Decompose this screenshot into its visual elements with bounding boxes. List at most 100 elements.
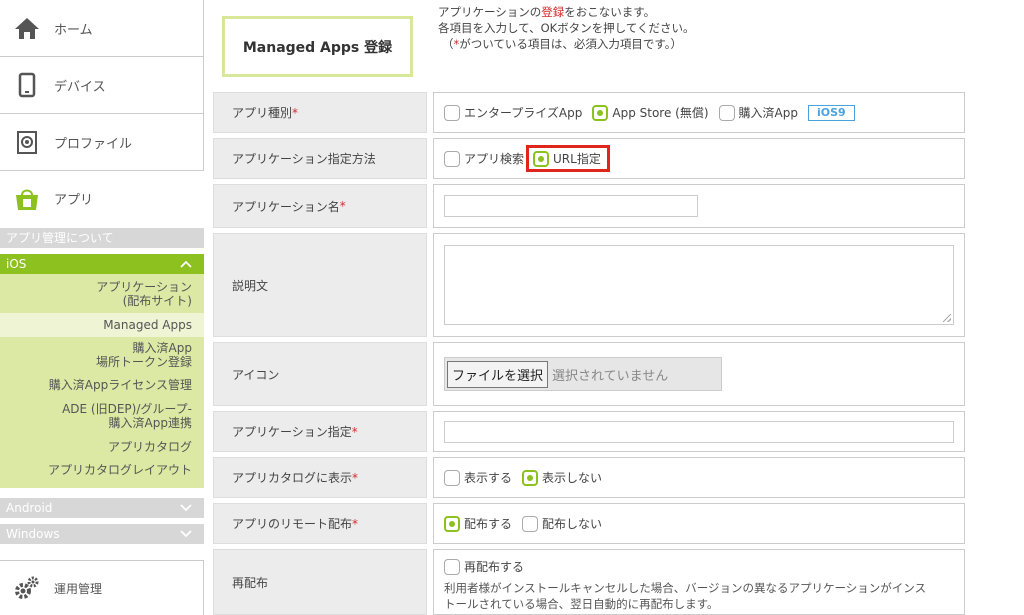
checkbox-box — [444, 558, 460, 575]
radio-app-store[interactable]: App Store (無償) — [592, 104, 709, 121]
row-app-name: アプリケーション名 * — [213, 184, 965, 228]
app-spec-input[interactable] — [444, 420, 954, 443]
radio-enterprise-label: エンタープライズApp — [464, 106, 583, 120]
sidebar-item-android[interactable]: Android — [0, 498, 204, 518]
app-name-label-text: アプリケーション名 — [232, 199, 340, 214]
ios-item-license[interactable]: 購入済Appライセンス管理 — [49, 378, 192, 392]
nav-home-label: ホーム — [54, 22, 93, 38]
ios-item-ade-line1: ADE (旧DEP)/グループ- — [62, 402, 192, 416]
catalog-field: 表示する 表示しない — [433, 457, 965, 498]
app-type-field: エンタープライズApp App Store (無償) 購入済App iOS9 — [433, 92, 965, 133]
catalog-label: アプリカタログに表示 * — [213, 457, 427, 498]
ios9-badge: iOS9 — [807, 104, 855, 121]
sidebar-item-app-about[interactable]: アプリ管理について — [0, 228, 204, 248]
remote-field: 配布する 配布しない — [433, 503, 965, 544]
nav-app-label: アプリ — [54, 193, 94, 208]
intro-line3-pre: （ — [442, 37, 454, 51]
catalog-label-text: アプリカタログに表示 — [232, 471, 353, 485]
ios-item-managed-apps-bg[interactable]: Managed Apps — [0, 313, 204, 337]
radio-url-label: URL指定 — [553, 152, 601, 166]
ios-item-purchased-token[interactable]: 購入済App 場所トークン登録 — [96, 341, 192, 369]
row-app-type: アプリ種別 * エンタープライズApp App Store (無償) 購入済App… — [213, 92, 965, 133]
radio-purchased[interactable]: 購入済App — [718, 104, 798, 121]
nav-operations[interactable]: 運用管理 — [0, 560, 204, 615]
app-type-label-text: アプリ種別 — [232, 106, 293, 120]
nav-operations-label: 運用管理 — [54, 581, 103, 596]
remote-label-text: アプリのリモート配布 — [232, 517, 353, 531]
radio-remote-distribute-label: 配布する — [464, 517, 513, 531]
chevron-down-icon — [180, 524, 192, 544]
intro-line2: 各項目を入力して、OKボタンを押してください。 — [438, 21, 695, 35]
app-type-label: アプリ種別 * — [213, 92, 427, 133]
radio-catalog-hide-label: 表示しない — [542, 471, 603, 485]
icon-field: ファイルを選択 選択されていません — [433, 342, 965, 406]
app-spec-field — [433, 411, 965, 452]
row-redistribute: 再配布 再配布する 利用者様がインストールキャンセルした場合、バージョンの異なる… — [213, 549, 965, 615]
radio-catalog-show[interactable]: 表示する — [444, 469, 512, 486]
required-mark: * — [351, 424, 358, 439]
ios-submenu: アプリケーション (配布サイト) Managed Apps 購入済App 場所ト… — [0, 274, 204, 488]
row-remote: アプリのリモート配布 * 配布する 配布しない — [213, 503, 965, 544]
ios-item-ade-line2: 購入済App連携 — [108, 416, 192, 430]
radio-remote-distribute[interactable]: 配布する — [444, 515, 512, 532]
checkbox-redistribute[interactable]: 再配布する — [444, 558, 524, 575]
method-label: アプリケーション指定方法 — [213, 138, 427, 179]
nav-app[interactable]: アプリ — [0, 171, 204, 226]
radio-app-search[interactable]: アプリ検索 — [444, 150, 524, 167]
ios-item-purchased-token-line2: 場所トークン登録 — [95, 355, 192, 369]
redistribute-desc-line2: トールされている場合、翌日自動的に再配布します。 — [444, 597, 719, 611]
redistribute-desc-line1: 利用者様がインストールキャンセルした場合、バージョンの異なるアプリケーションがイ… — [444, 581, 927, 595]
nav-home[interactable]: ホーム — [0, 0, 204, 57]
radio-box — [522, 515, 539, 532]
nav-profile[interactable]: プロファイル — [0, 114, 204, 171]
profile-icon — [14, 129, 40, 155]
ios-item-purchased-token-line1: 購入済App — [132, 341, 192, 355]
radio-enterprise[interactable]: エンタープライズApp — [444, 104, 582, 121]
radio-box — [444, 150, 460, 167]
description-label: 説明文 — [213, 233, 427, 337]
choose-file-button[interactable]: ファイルを選択 — [447, 360, 549, 388]
row-catalog: アプリカタログに表示 * 表示する 表示しない — [213, 457, 965, 498]
sidebar-item-windows[interactable]: Windows — [0, 524, 204, 544]
gears-icon — [14, 575, 40, 601]
radio-box — [444, 469, 460, 486]
nav-device[interactable]: デバイス — [0, 57, 204, 114]
android-label: Android — [6, 501, 53, 515]
description-field — [433, 233, 965, 337]
device-icon — [14, 72, 40, 98]
radio-remote-none[interactable]: 配布しない — [522, 515, 602, 532]
row-method: アプリケーション指定方法 アプリ検索 URL指定 — [213, 138, 965, 179]
intro-line1-pre: アプリケーションの — [438, 5, 542, 19]
ios-item-managed-apps: Managed Apps — [103, 318, 192, 332]
checkbox-redistribute-label: 再配布する — [464, 560, 525, 574]
description-textarea[interactable] — [444, 245, 954, 325]
ios-item-catalog-layout[interactable]: アプリカタログレイアウト — [48, 463, 192, 477]
radio-box-checked — [444, 515, 460, 532]
radio-app-store-label: App Store (無償) — [612, 106, 709, 120]
ios-item-catalog[interactable]: アプリカタログ — [108, 440, 192, 454]
radio-url[interactable]: URL指定 — [533, 150, 601, 167]
radio-purchased-label: 購入済App — [738, 106, 798, 120]
redistribute-label: 再配布 — [213, 549, 427, 615]
url-highlight-box: URL指定 — [526, 145, 610, 172]
redistribute-field: 再配布する 利用者様がインストールキャンセルした場合、バージョンの異なるアプリケ… — [433, 549, 965, 615]
method-field: アプリ検索 URL指定 — [433, 138, 965, 179]
app-spec-label-text: アプリケーション指定 — [232, 425, 352, 439]
required-mark: * — [292, 105, 299, 120]
intro-line1-post: をおこないます。 — [564, 5, 656, 19]
radio-box — [444, 104, 460, 121]
app-name-input[interactable] — [444, 195, 698, 217]
app-icon — [14, 186, 40, 212]
ios-label: iOS — [6, 257, 27, 271]
ios-item-distribution[interactable]: アプリケーション (配布サイト) — [96, 280, 192, 308]
intro-line3-post: がついている項目は、必須入力項目です。） — [459, 37, 683, 51]
row-description: 説明文 — [213, 233, 965, 337]
file-picker: ファイルを選択 選択されていません — [444, 357, 722, 391]
sidebar: ホーム デバイス プロファイル アプリ アプリ管理について iOS アプリケーシ… — [0, 0, 204, 615]
sidebar-item-ios[interactable]: iOS — [0, 254, 204, 274]
ios-item-ade[interactable]: ADE (旧DEP)/グループ- 購入済App連携 — [62, 402, 192, 430]
radio-box-checked — [522, 469, 539, 486]
radio-remote-none-label: 配布しない — [542, 517, 603, 531]
windows-label: Windows — [6, 527, 60, 541]
radio-catalog-hide[interactable]: 表示しない — [522, 469, 602, 486]
